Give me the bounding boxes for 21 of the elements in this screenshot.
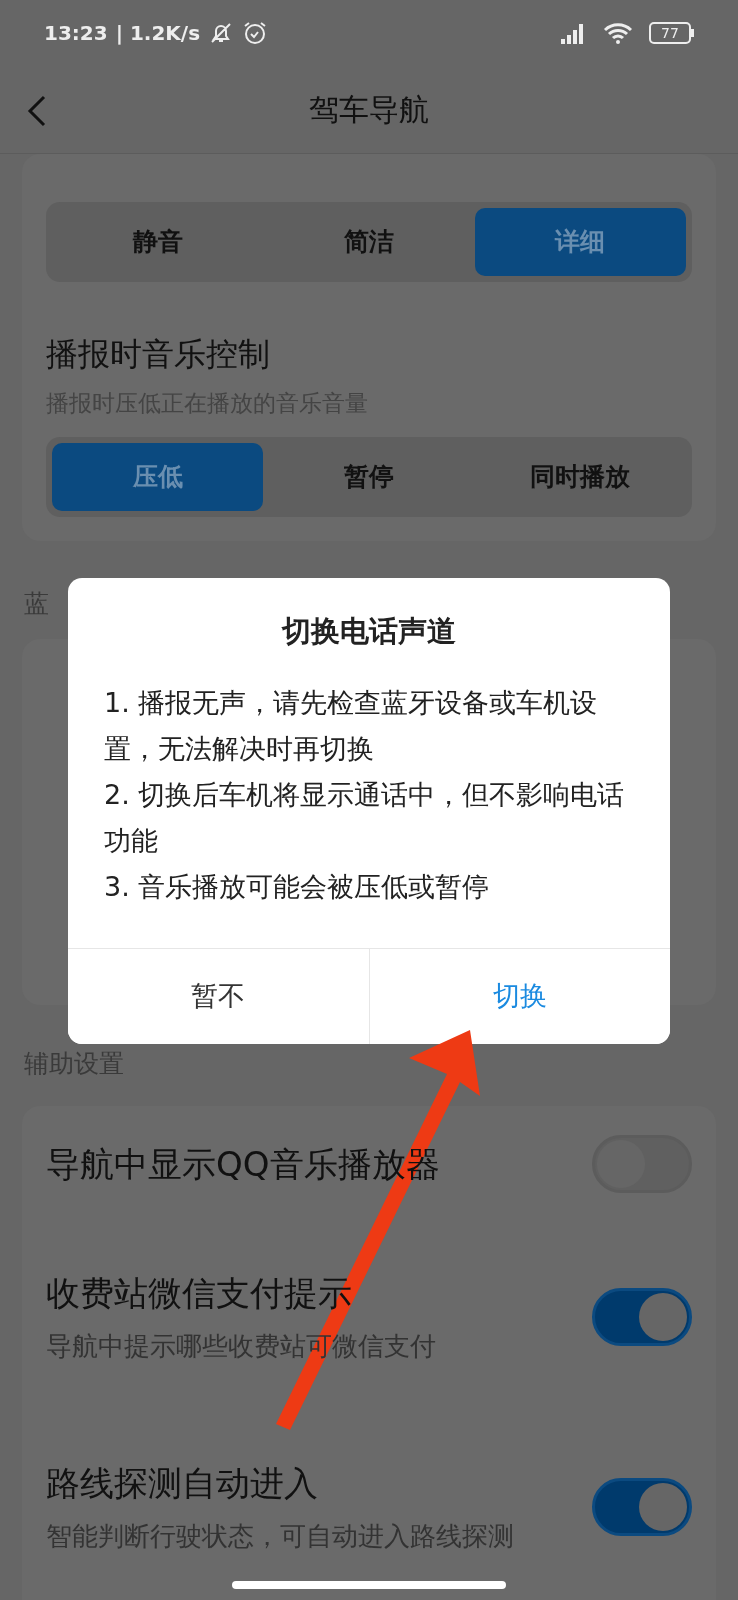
dialog-text: 2. 切换后车机将显示通话中，但不影响电话功能 <box>103 777 626 858</box>
segment-tab[interactable]: 详细 <box>474 208 686 276</box>
segment-tab[interactable]: 简洁 <box>263 208 475 276</box>
segment-tab[interactable]: 压低 <box>52 442 264 511</box>
battery-icon: 77 <box>649 22 694 44</box>
back-icon[interactable] <box>26 94 48 128</box>
dialog-title: 切换电话声道 <box>280 613 457 650</box>
page-title: 驾车导航 <box>309 91 429 129</box>
segment-tab[interactable]: 静音 <box>52 208 264 276</box>
dialog-text: 1. 播报无声，请先检查蓝牙设备或车机设置，无法解决时再切换 <box>103 685 599 766</box>
confirm-button[interactable]: 切换 <box>368 949 670 1044</box>
wifi-icon <box>603 21 633 45</box>
toggle-switch[interactable] <box>592 1288 692 1346</box>
setting-title: 播报时音乐控制 <box>46 334 271 375</box>
segment-tab[interactable]: 同时播放 <box>474 442 686 511</box>
status-time: 13:23 <box>44 20 108 47</box>
toggle-switch[interactable] <box>592 1478 692 1536</box>
setting-title: 路线探测自动进入 <box>46 1462 319 1505</box>
segment-tab[interactable]: 暂停 <box>263 442 475 511</box>
network-speed: | 1.2K/s <box>115 20 201 47</box>
dialog-text: 3. 音乐播放可能会被压低或暂停 <box>103 869 491 904</box>
